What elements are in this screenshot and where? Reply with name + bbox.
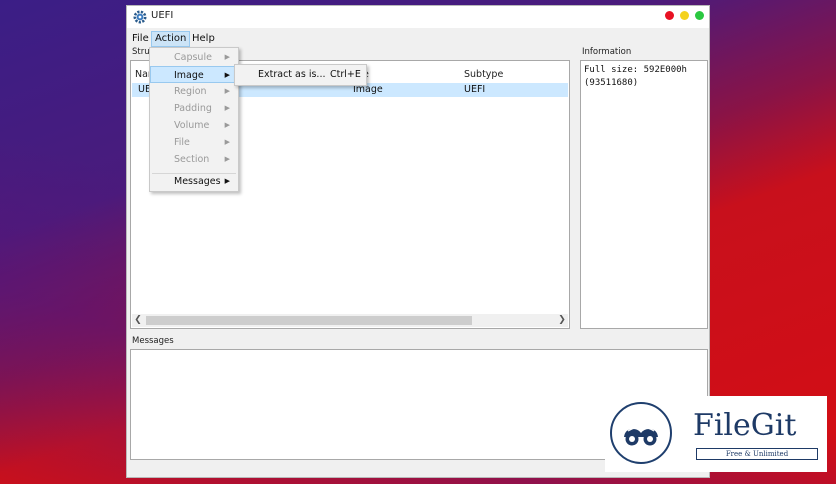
information-panel[interactable]: Full size: 592E000h (93511680) (580, 60, 708, 329)
shortcut-label: Ctrl+E (330, 69, 361, 80)
triangle-right-icon: ▶ (224, 71, 230, 79)
menu-item-extract-as-is[interactable]: Extract as is... Ctrl+E (237, 67, 364, 83)
menu-item-region[interactable]: Region ▶ (150, 83, 238, 100)
menu-item-label: Image (174, 70, 204, 81)
menu-item-file[interactable]: File ▶ (150, 134, 238, 151)
column-header-subtype[interactable]: Subtype (464, 69, 503, 80)
triangle-right-icon: ▶ (224, 53, 230, 61)
menu-help[interactable]: Help (189, 31, 218, 47)
filegit-tagline: Free & Unlimited (725, 450, 789, 458)
binoculars-icon (624, 426, 658, 446)
menu-action[interactable]: Action (151, 31, 191, 47)
action-menu-dropdown: Capsule ▶ Image ▶ Region ▶ Padding ▶ Vol… (149, 47, 239, 192)
menu-item-label: File (174, 137, 190, 148)
structure-group-label: Stru (132, 47, 150, 57)
minimize-button[interactable] (680, 11, 689, 20)
chevron-left-icon[interactable]: ❮ (132, 314, 144, 327)
menu-item-image[interactable]: Image ▶ (150, 66, 238, 83)
messages-group-label: Messages (132, 336, 174, 346)
menu-item-volume[interactable]: Volume ▶ (150, 117, 238, 134)
filegit-watermark: FileGit Free & Unlimited (605, 396, 827, 472)
menu-item-messages[interactable]: Messages ▶ (150, 173, 238, 190)
filegit-name: FileGit (693, 408, 797, 443)
image-submenu: Extract as is... Ctrl+E (234, 64, 367, 86)
triangle-right-icon: ▶ (224, 177, 230, 185)
menu-item-section[interactable]: Section ▶ (150, 151, 238, 168)
triangle-right-icon: ▶ (224, 155, 230, 163)
maximize-button[interactable] (695, 11, 704, 20)
triangle-right-icon: ▶ (224, 121, 230, 129)
triangle-right-icon: ▶ (224, 104, 230, 112)
menu-file[interactable]: File (129, 31, 152, 47)
scrollbar-thumb[interactable] (146, 316, 472, 325)
menu-item-label: Extract as is... (258, 69, 326, 80)
triangle-right-icon: ▶ (224, 87, 230, 95)
info-line: (93511680) (584, 78, 639, 88)
menu-bar: File Action Help (127, 30, 709, 48)
title-bar: UEFI (127, 6, 709, 28)
horizontal-scrollbar[interactable]: ❮ ❯ (132, 314, 568, 327)
menu-item-label: Section (174, 154, 210, 165)
info-line: Full size: 592E000h (584, 65, 687, 75)
menu-item-label: Volume (174, 120, 210, 131)
filegit-tagline-box: Free & Unlimited (696, 448, 818, 460)
menu-item-padding[interactable]: Padding ▶ (150, 100, 238, 117)
filegit-logo (610, 402, 672, 464)
window-title: UEFI (151, 10, 174, 21)
chevron-right-icon[interactable]: ❯ (556, 314, 568, 327)
menu-item-label: Capsule (174, 52, 212, 63)
close-button[interactable] (665, 11, 674, 20)
triangle-right-icon: ▶ (224, 138, 230, 146)
menu-item-capsule[interactable]: Capsule ▶ (150, 49, 238, 66)
information-group-label: Information (582, 47, 632, 57)
gear-icon (133, 10, 147, 24)
row-subtype: UEFI (464, 84, 486, 95)
menu-item-label: Padding (174, 103, 212, 114)
information-text: Full size: 592E000h (93511680) (584, 64, 687, 90)
menu-item-label: Region (174, 86, 207, 97)
menu-item-label: Messages (174, 176, 221, 187)
